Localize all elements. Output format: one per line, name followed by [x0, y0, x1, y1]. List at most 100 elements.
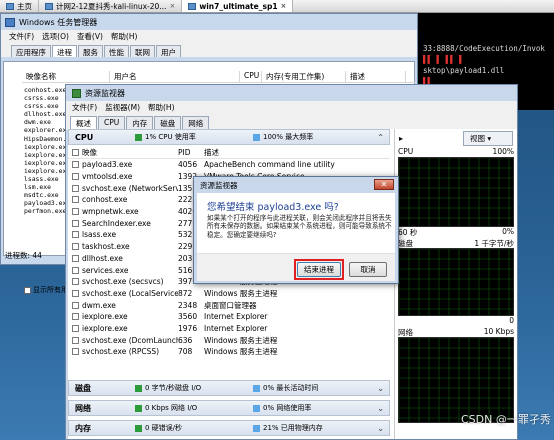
- resource-monitor-titlebar[interactable]: 资源监视器: [66, 85, 517, 101]
- cpu-process-row[interactable]: payload3.exe 4056 ApacheBench command line…: [68, 159, 390, 171]
- row-checkbox[interactable]: [68, 266, 82, 274]
- row-desc: ApacheBench command line utility: [204, 160, 335, 170]
- col-pid[interactable]: PID: [178, 148, 204, 157]
- row-checkbox[interactable]: [68, 289, 82, 297]
- row-desc: 桌面窗口管理器: [204, 300, 257, 310]
- tab-cpu[interactable]: CPU: [98, 116, 126, 130]
- row-checkbox[interactable]: [68, 301, 82, 309]
- resource-monitor-icon: [72, 88, 81, 98]
- network-graph-title: 网络: [398, 328, 413, 337]
- process-list-header: 映像名称 用户名 CPU 内存(专用工作集) 描述: [22, 71, 416, 83]
- tab-services[interactable]: 服务: [78, 45, 103, 57]
- row-image: iexplore.exe: [82, 312, 128, 322]
- col-image-name[interactable]: 映像名称: [22, 71, 110, 82]
- memory-section-header[interactable]: 内存 0 硬错误/秒 21% 已用物理内存 ⌄: [68, 420, 390, 436]
- disk-graph-footer: 0: [395, 316, 517, 327]
- disk-section-header[interactable]: 磁盘 0 字节/秒磁盘 I/O 0% 最长活动时间 ⌄: [68, 380, 390, 396]
- view-dropdown[interactable]: 视图 ▾: [463, 130, 513, 146]
- row-checkbox[interactable]: [68, 219, 82, 227]
- tab-close-icon[interactable]: ×: [169, 2, 175, 10]
- menu-file[interactable]: 文件(F): [9, 31, 34, 42]
- row-pid: 708: [178, 347, 193, 357]
- tab-close-icon[interactable]: ×: [281, 2, 287, 10]
- row-image: svchost.exe (secsvcs): [82, 277, 164, 287]
- mem-faults-text: 0 硬错误/秒: [145, 424, 183, 432]
- network-section-header[interactable]: 网络 0 Kbps 网络 I/O 0% 网络使用率 ⌄: [68, 400, 390, 416]
- view-label: 视图: [470, 133, 485, 143]
- row-image: svchost.exe (RPCSS): [82, 347, 160, 357]
- disk-active-metric: 0% 最长活动时间: [253, 383, 318, 393]
- close-icon[interactable]: ✕: [374, 179, 394, 190]
- cpu-process-row[interactable]: svchost.exe (LocalService) 872 Windows 服务主…: [68, 288, 390, 300]
- cpu-process-row[interactable]: dwm.exe 2348 桌面窗口管理器: [68, 299, 390, 311]
- disk-graph-title: 磁盘: [398, 239, 413, 248]
- col-user-name[interactable]: 用户名: [110, 71, 240, 82]
- cancel-button[interactable]: 取消: [349, 262, 387, 277]
- row-checkbox[interactable]: [68, 336, 82, 344]
- menu-options[interactable]: 选项(O): [42, 31, 69, 42]
- col-image[interactable]: 映像: [82, 147, 178, 158]
- menu-help[interactable]: 帮助(H): [111, 31, 138, 42]
- menu-help[interactable]: 帮助(H): [148, 102, 175, 113]
- disk-io-metric: 0 字节/秒磁盘 I/O: [135, 383, 253, 393]
- row-checkbox[interactable]: [68, 196, 82, 204]
- vm-tab[interactable]: win7_ultimate_sp1 ×: [182, 0, 294, 12]
- pane-nav-icon[interactable]: ▸: [399, 134, 403, 143]
- menu-view[interactable]: 查看(V): [77, 31, 103, 42]
- cpu-graph-footer: 60 秒 0%: [395, 227, 517, 238]
- menu-file[interactable]: 文件(F): [72, 102, 97, 113]
- cpu-graph-title: CPU: [398, 147, 414, 156]
- expand-arrow-icon[interactable]: ⌄: [377, 424, 384, 433]
- dialog-titlebar[interactable]: 资源监视器: [194, 177, 398, 193]
- row-image: SearchIndexer.exe: [82, 218, 151, 228]
- tab-memory[interactable]: 内存: [126, 116, 154, 130]
- task-manager-menu: 文件(F) 选项(O) 查看(V) 帮助(H): [1, 30, 417, 43]
- cpu-process-row[interactable]: svchost.exe (RPCSS) 708 Windows 服务主进程: [68, 346, 390, 358]
- terminal-line: sktop\payload1.dll: [423, 66, 505, 75]
- row-checkbox[interactable]: [68, 231, 82, 239]
- row-checkbox[interactable]: [68, 324, 82, 332]
- tab-users[interactable]: 用户: [156, 45, 181, 57]
- cpu-process-row[interactable]: iexplore.exe 3560 Internet Explorer: [68, 311, 390, 323]
- cpu-process-row[interactable]: svchost.exe (DcomLaunch) 636 Windows 服务主进程: [68, 334, 390, 346]
- cpu-section-header[interactable]: CPU 1% CPU 使用率 100% 最大频率 ⌃: [68, 129, 390, 145]
- row-checkbox[interactable]: [68, 184, 82, 192]
- row-checkbox[interactable]: [68, 161, 82, 169]
- col-cpu[interactable]: CPU: [240, 71, 262, 82]
- row-checkbox[interactable]: [68, 173, 82, 181]
- collapse-arrow-icon[interactable]: ⌃: [377, 133, 384, 142]
- show-all-checkbox[interactable]: [24, 286, 31, 294]
- select-all-checkbox[interactable]: [68, 148, 82, 156]
- row-checkbox[interactable]: [68, 254, 82, 262]
- cpu-process-row[interactable]: iexplore.exe 1976 Internet Explorer: [68, 323, 390, 335]
- tab-processes[interactable]: 进程: [52, 45, 77, 57]
- row-image: vmtoolsd.exe: [82, 172, 133, 182]
- row-checkbox[interactable]: [68, 243, 82, 251]
- disk-graph-min: 0: [509, 316, 514, 325]
- col-desc[interactable]: 描述: [204, 147, 390, 158]
- tab-overview[interactable]: 概述: [70, 116, 97, 130]
- net-usage-text: 0% 网络使用率: [263, 404, 312, 412]
- mem-faults-metric: 0 硬错误/秒: [135, 423, 253, 433]
- expand-arrow-icon[interactable]: ⌄: [377, 404, 384, 413]
- end-process-button[interactable]: 结束进程: [297, 262, 341, 277]
- row-checkbox[interactable]: [68, 208, 82, 216]
- col-memory[interactable]: 内存(专用工作集): [262, 71, 346, 82]
- expand-arrow-icon[interactable]: ⌄: [377, 384, 384, 393]
- row-checkbox[interactable]: [68, 278, 82, 286]
- vm-tab[interactable]: 主页: [0, 0, 39, 12]
- tab-disk[interactable]: 磁盘: [154, 116, 182, 130]
- disk-section-label: 磁盘: [75, 383, 91, 393]
- disk-active-text: 0% 最长活动时间: [263, 384, 319, 392]
- row-checkbox[interactable]: [68, 348, 82, 356]
- dialog-question: 您希望结束 payload3.exe 吗?: [207, 202, 339, 213]
- tab-performance[interactable]: 性能: [104, 45, 129, 57]
- task-manager-titlebar[interactable]: Windows 任务管理器: [1, 14, 417, 30]
- tab-networking[interactable]: 联网: [130, 45, 155, 57]
- vm-tab[interactable]: 计网2-12夏抖秀-kali-linux-20... ×: [39, 0, 183, 12]
- col-description[interactable]: 描述: [346, 71, 406, 82]
- tab-network[interactable]: 网络: [182, 116, 210, 130]
- menu-monitor[interactable]: 监视器(M): [105, 102, 140, 113]
- row-checkbox[interactable]: [68, 313, 82, 321]
- tab-applications[interactable]: 应用程序: [11, 45, 51, 57]
